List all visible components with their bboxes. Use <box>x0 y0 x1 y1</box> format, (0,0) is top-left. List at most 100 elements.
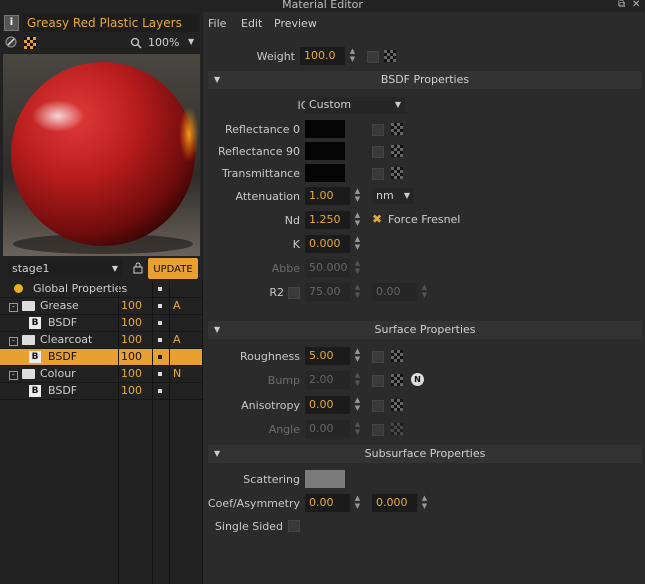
collapse-arrow-icon[interactable]: ▼ <box>214 71 220 89</box>
transmittance-map-slot[interactable] <box>372 168 384 180</box>
weight-map-slot[interactable] <box>367 51 379 63</box>
nd-input[interactable]: 1.250 <box>305 211 350 229</box>
coef-spinner[interactable]: ▲ ▼ <box>353 494 362 512</box>
bump-map-slot[interactable] <box>372 375 384 387</box>
unit-value: nm <box>376 189 394 202</box>
layer-row-bsdf[interactable]: B BSDF 100 <box>0 383 203 400</box>
collapse-icon[interactable]: - <box>9 337 18 346</box>
bsdf-icon: B <box>29 317 41 329</box>
asymmetry-input[interactable]: 0.000 <box>372 494 417 512</box>
bump-texture-icon[interactable] <box>391 374 403 386</box>
bsdf-section-header[interactable]: ▼ BSDF Properties <box>208 71 642 89</box>
layer-row-colour[interactable]: - Colour 100 N <box>0 366 203 383</box>
layer-row-clearcoat[interactable]: - Clearcoat 100 A <box>0 332 203 349</box>
scattering-label: Scattering <box>243 473 300 486</box>
layer-weight[interactable]: 100 <box>121 383 142 399</box>
normal-map-icon[interactable]: N <box>411 373 424 386</box>
restore-icon[interactable]: ⧉ <box>618 0 625 10</box>
layer-weight[interactable]: 100 <box>121 298 142 314</box>
info-icon[interactable]: i <box>4 15 19 31</box>
visibility-dot[interactable] <box>158 372 162 376</box>
layer-flag[interactable]: A <box>173 298 181 314</box>
reflectance0-map-slot[interactable] <box>372 124 384 136</box>
scattering-swatch[interactable] <box>305 470 345 488</box>
visibility-dot[interactable] <box>158 389 162 393</box>
sphere-preview-image <box>3 54 200 256</box>
swatch-toggle-icon[interactable] <box>24 37 36 49</box>
material-name[interactable]: Greasy Red Plastic Layers <box>23 14 199 32</box>
column-divider <box>118 281 119 584</box>
weight-spinner[interactable]: ▲ ▼ <box>348 47 357 65</box>
layer-row-bsdf-selected[interactable]: B BSDF 100 <box>0 349 203 366</box>
menu-preview[interactable]: Preview <box>274 17 317 30</box>
eyedropper-icon[interactable] <box>4 36 18 48</box>
roughness-input[interactable]: 5.00 <box>305 347 350 365</box>
layer-weight[interactable]: 100 <box>121 349 142 365</box>
surface-section-header[interactable]: ▼ Surface Properties <box>208 321 642 339</box>
reflectance0-texture-icon[interactable] <box>391 123 403 135</box>
asymmetry-spinner[interactable]: ▲ ▼ <box>420 494 429 512</box>
attenuation-input[interactable]: 1.00 <box>305 187 350 205</box>
attenuation-spinner[interactable]: ▲ ▼ <box>353 187 362 205</box>
anisotropy-spinner[interactable]: ▲ ▼ <box>353 396 362 414</box>
close-icon[interactable]: ✕ <box>632 0 640 10</box>
roughness-label: Roughness <box>239 350 300 363</box>
k-label: K <box>292 238 300 251</box>
attenuation-unit-select[interactable]: nm ▼ <box>372 188 414 204</box>
collapse-icon[interactable]: - <box>9 371 18 380</box>
menu-file[interactable]: File <box>208 17 226 30</box>
lock-icon[interactable] <box>133 262 143 274</box>
force-fresnel-checkbox[interactable]: ✖ <box>372 212 382 226</box>
anisotropy-map-slot[interactable] <box>372 400 384 412</box>
layer-label: BSDF <box>48 384 78 397</box>
stage-select[interactable]: stage1 ▼ <box>8 260 122 278</box>
layer-label: BSDF <box>48 316 78 329</box>
visibility-dot[interactable] <box>158 321 162 325</box>
layer-weight[interactable]: 100 <box>121 332 142 348</box>
anisotropy-input[interactable]: 0.00 <box>305 396 350 414</box>
angle-texture-icon[interactable] <box>391 423 403 435</box>
roughness-map-slot[interactable] <box>372 351 384 363</box>
roughness-spinner[interactable]: ▲ ▼ <box>353 347 362 365</box>
weight-input[interactable]: 100.0 <box>300 47 345 65</box>
layer-row-grease[interactable]: - Grease 100 A <box>0 298 203 315</box>
subsurface-section-header[interactable]: ▼ Subsurface Properties <box>208 445 642 463</box>
r2-checkbox[interactable] <box>288 287 300 299</box>
bsdf-icon: B <box>29 385 41 397</box>
transmittance-swatch[interactable] <box>305 164 345 182</box>
reflectance90-swatch[interactable] <box>305 142 345 160</box>
ior-select[interactable]: Custom ▼ <box>305 97 405 113</box>
coef-input[interactable]: 0.00 <box>305 494 350 512</box>
visibility-dot[interactable] <box>158 304 162 308</box>
reflectance90-texture-icon[interactable] <box>391 145 403 157</box>
single-sided-checkbox[interactable] <box>288 520 300 532</box>
roughness-texture-icon[interactable] <box>391 350 403 362</box>
r2-spinner-2: ▲ ▼ <box>421 283 428 299</box>
collapse-arrow-icon[interactable]: ▼ <box>214 321 220 339</box>
weight-texture-icon[interactable] <box>384 50 396 62</box>
k-input[interactable]: 0.000 <box>305 235 350 253</box>
search-icon[interactable] <box>130 37 142 49</box>
visibility-dot[interactable] <box>158 287 162 291</box>
nd-spinner[interactable]: ▲ ▼ <box>353 211 362 229</box>
layer-flag[interactable]: A <box>173 332 181 348</box>
k-spinner[interactable]: ▲ ▼ <box>353 235 362 253</box>
layer-weight[interactable]: 100 <box>121 315 142 331</box>
chevron-down-icon: ▼ <box>403 191 410 200</box>
collapse-icon[interactable]: - <box>9 303 18 312</box>
layer-weight[interactable]: 100 <box>121 366 142 382</box>
transmittance-texture-icon[interactable] <box>391 167 403 179</box>
reflectance90-map-slot[interactable] <box>372 146 384 158</box>
angle-map-slot[interactable] <box>372 424 384 436</box>
anisotropy-texture-icon[interactable] <box>391 399 403 411</box>
layer-row-bsdf[interactable]: B BSDF 100 <box>0 315 203 332</box>
folder-icon <box>22 335 35 345</box>
zoom-level[interactable]: 100% <box>148 36 179 49</box>
visibility-dot[interactable] <box>158 355 162 359</box>
visibility-dot[interactable] <box>158 338 162 342</box>
zoom-dropdown-icon[interactable]: ▼ <box>188 37 194 46</box>
reflectance0-swatch[interactable] <box>305 120 345 138</box>
collapse-arrow-icon[interactable]: ▼ <box>214 445 220 463</box>
menu-edit[interactable]: Edit <box>241 17 262 30</box>
abbe-input: 50.000 <box>305 259 350 277</box>
